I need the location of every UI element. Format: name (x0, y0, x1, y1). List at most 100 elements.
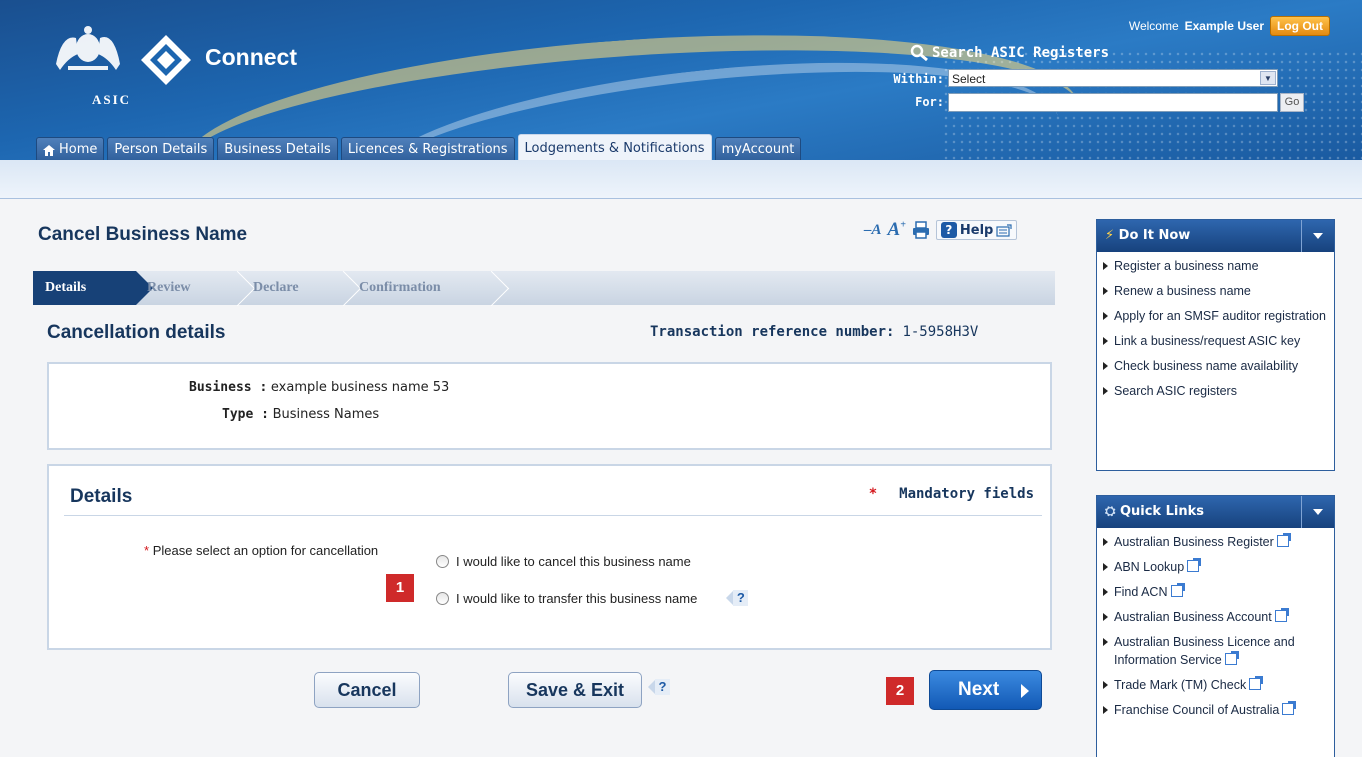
welcome-bar: Welcome Example User Log Out (1129, 16, 1330, 36)
save-exit-help-icon[interactable]: ? (648, 679, 670, 695)
type-label: Type : (222, 407, 269, 422)
link-label[interactable]: Australian Business Licence and Informat… (1114, 635, 1295, 667)
link-label[interactable]: Franchise Council of Australia (1114, 703, 1279, 717)
list-item[interactable]: Australian Business Account (1103, 608, 1330, 626)
chevron-down-icon[interactable]: ▼ (1260, 71, 1276, 85)
next-button[interactable]: Next (929, 670, 1042, 710)
chevron-down-icon[interactable] (1301, 496, 1334, 528)
search-input[interactable] (948, 93, 1278, 112)
step-separator (491, 271, 511, 305)
asic-diamond-logo (141, 35, 191, 85)
option-transfer-radio[interactable] (436, 591, 449, 605)
do-it-now-header[interactable]: ⚡ Do It Now (1097, 220, 1334, 252)
tab-lodgements-notifications[interactable]: Lodgements & Notifications (517, 134, 712, 160)
search-icon (910, 44, 928, 62)
external-link-icon (1224, 651, 1239, 665)
go-button[interactable]: Go (1280, 93, 1304, 112)
option-cancel-radio[interactable] (436, 555, 449, 568)
page-title: Cancel Business Name (38, 224, 248, 245)
transaction-reference-label: Transaction reference number: (650, 324, 895, 340)
tab-person-details[interactable]: Person Details (107, 137, 215, 160)
link-label[interactable]: Trade Mark (TM) Check (1114, 678, 1246, 692)
within-select[interactable]: Select ▼ (948, 69, 1278, 87)
tab-licences-registrations[interactable]: Licences & Registrations (340, 137, 515, 160)
search-registers-heading: Search ASIC Registers (910, 44, 1109, 62)
coat-of-arms-logo (56, 26, 120, 70)
list-item[interactable]: Renew a business name (1103, 282, 1330, 300)
cancel-button[interactable]: Cancel (314, 672, 420, 708)
brand-name: Connect (205, 44, 297, 70)
list-item[interactable]: Check business name availability (1103, 357, 1330, 375)
binoculars-icon: ⛭ (1105, 504, 1116, 519)
mandatory-fields-label: Mandatory fields (899, 486, 1034, 502)
link-label[interactable]: Australian Business Register (1114, 535, 1274, 549)
agency-name: ASIC (92, 92, 132, 107)
for-label: For: (915, 95, 944, 109)
list-item[interactable]: Search ASIC registers (1103, 382, 1330, 400)
option-transfer-label[interactable]: I would like to transfer this business n… (456, 591, 697, 606)
business-label: Business : (189, 380, 268, 395)
print-icon[interactable] (912, 221, 930, 239)
business-value: example business name 53 (270, 380, 450, 395)
list-item[interactable]: ABN Lookup (1103, 558, 1330, 576)
transfer-help-icon[interactable]: ? (726, 590, 749, 606)
step-review: Review (147, 280, 191, 295)
list-item[interactable]: Australian Business Register (1103, 533, 1330, 551)
logout-button[interactable]: Log Out (1270, 16, 1330, 36)
quick-links-list: Australian Business Register ABN Lookup … (1097, 528, 1334, 719)
help-glyph: ? (655, 679, 670, 695)
page-tools: ‒A A+ ? Help (864, 219, 1018, 241)
tab-label: Home (59, 142, 98, 157)
link-label[interactable]: Find ACN (1114, 585, 1168, 599)
link-label[interactable]: Australian Business Account (1114, 610, 1272, 624)
lightning-icon: ⚡ (1105, 228, 1115, 243)
help-icon: ? (940, 222, 957, 238)
next-button-label: Next (958, 679, 1000, 700)
list-item[interactable]: Register a business name (1103, 257, 1330, 275)
quick-links-header[interactable]: ⛭ Quick Links (1097, 496, 1334, 528)
list-item[interactable]: Australian Business Licence and Informat… (1103, 633, 1330, 669)
annotation-badge-2: 2 (886, 677, 914, 705)
cancellation-question: * Please select an option for cancellati… (144, 543, 378, 558)
list-item[interactable]: Trade Mark (TM) Check (1103, 676, 1330, 694)
save-exit-button[interactable]: Save & Exit (508, 672, 642, 708)
within-select-value: Select (952, 72, 986, 86)
annotation-badge-1: 1 (386, 574, 414, 602)
external-link-icon (1170, 583, 1185, 597)
search-registers-label: Search ASIC Registers (932, 45, 1110, 61)
external-link-icon (1249, 676, 1264, 690)
list-item[interactable]: Link a business/request ASIC key (1103, 332, 1330, 350)
tab-label: myAccount (721, 142, 795, 157)
increase-font-icon[interactable]: A+ (888, 219, 906, 241)
list-item[interactable]: Franchise Council of Australia (1103, 701, 1330, 719)
option-cancel-label[interactable]: I would like to cancel this business nam… (456, 554, 691, 569)
decrease-font-icon[interactable]: ‒A (864, 222, 882, 239)
step-confirmation: Confirmation (359, 280, 441, 295)
arrow-right-icon (1021, 684, 1029, 698)
tab-label: Lodgements & Notifications (524, 141, 705, 156)
link-label[interactable]: ABN Lookup (1114, 560, 1184, 574)
main-nav-tabs: Home Person Details Business Details Lic… (36, 134, 802, 160)
details-title: Details (70, 486, 133, 507)
list-item[interactable]: Find ACN (1103, 583, 1330, 601)
popup-window-icon (996, 223, 1012, 237)
chevron-down-icon[interactable] (1301, 220, 1334, 252)
transaction-reference: Transaction reference number: 1-5958H3V (650, 324, 978, 340)
tab-home[interactable]: Home (36, 137, 105, 160)
list-item[interactable]: Apply for an SMSF auditor registration (1103, 307, 1330, 325)
tab-business-details[interactable]: Business Details (217, 137, 338, 160)
type-row: Type : Business Names (222, 406, 379, 422)
external-link-icon (1276, 533, 1291, 547)
type-value: Business Names (272, 407, 380, 422)
help-button[interactable]: ? Help (935, 220, 1018, 240)
option-cancel-row[interactable]: I would like to cancel this business nam… (436, 554, 691, 569)
details-form-box: Details * Mandatory fields * Please selec… (47, 464, 1052, 650)
external-link-icon (1274, 608, 1289, 622)
option-transfer-row[interactable]: I would like to transfer this business n… (436, 590, 749, 606)
tab-myaccount[interactable]: myAccount (714, 137, 802, 160)
do-it-now-title: Do It Now (1118, 228, 1191, 243)
required-marker: * (868, 486, 878, 502)
welcome-text: Welcome (1128, 19, 1179, 33)
step-declare: Declare (253, 280, 299, 295)
tab-label: Business Details (224, 142, 331, 157)
